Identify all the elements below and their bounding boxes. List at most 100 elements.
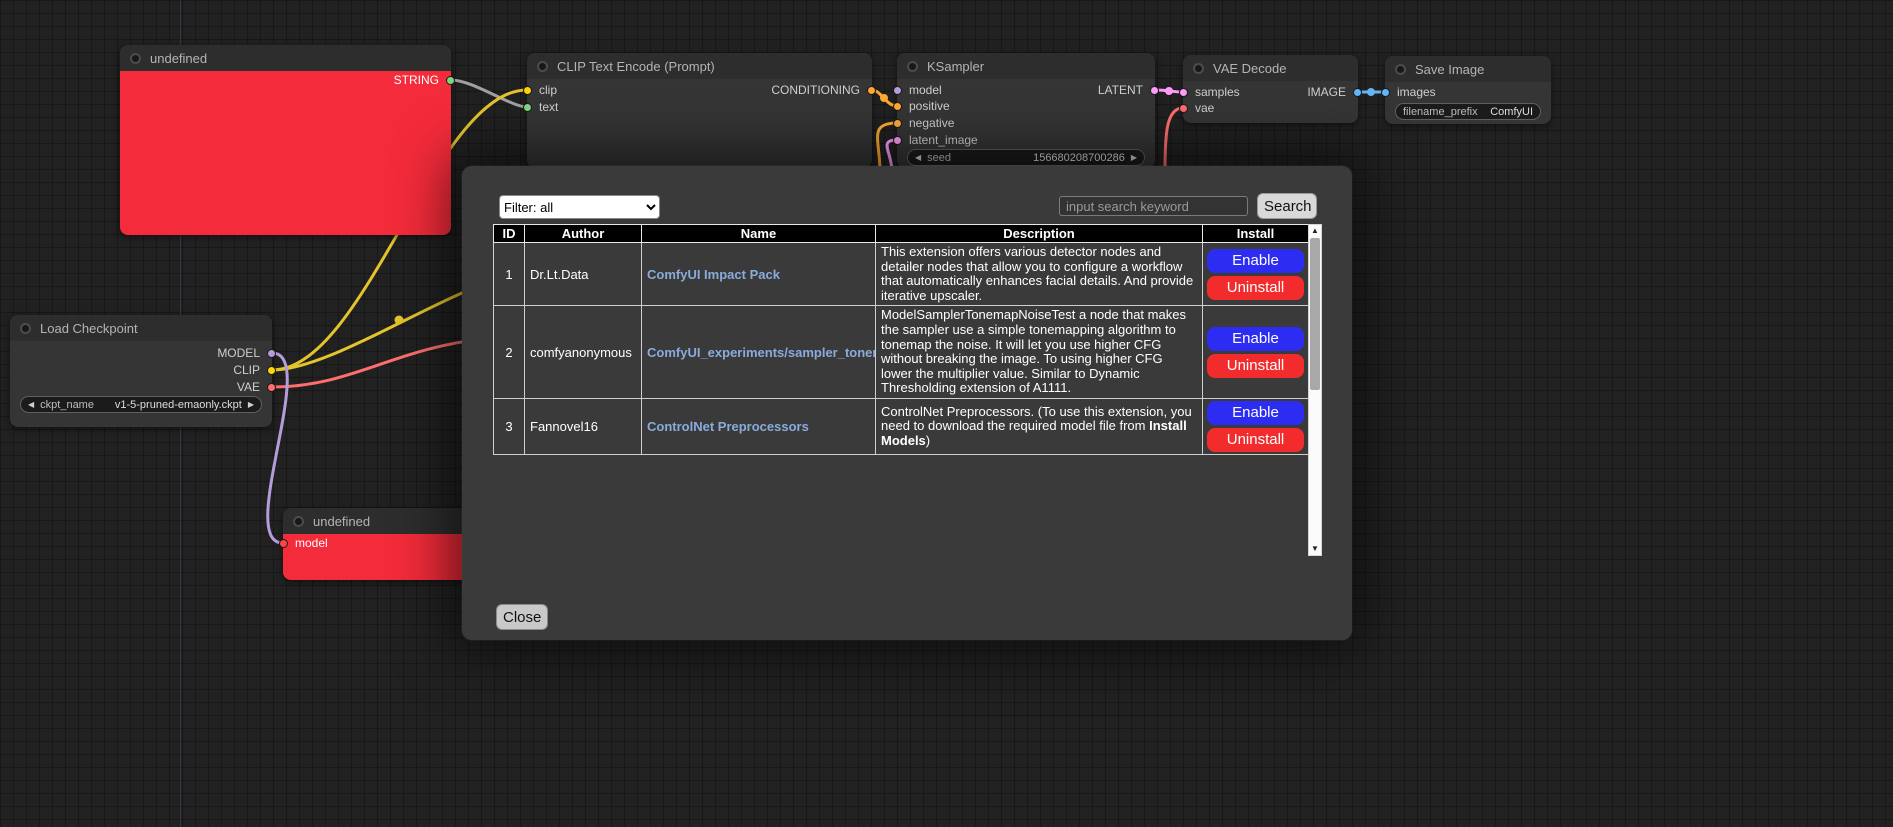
header-install: Install [1203,225,1309,243]
output-slot-vae: VAE [237,379,276,395]
slot-dot-positive[interactable] [893,102,902,111]
scroll-down-arrow-icon[interactable]: ▼ [1309,543,1321,555]
collapse-dot-icon[interactable] [1395,64,1406,75]
input-slot-model: model [893,82,942,98]
node-title-bar[interactable]: VAE Decode [1183,55,1358,81]
slot-label: VAE [237,380,260,394]
node-title-bar[interactable]: Load Checkpoint [10,315,272,341]
scroll-up-arrow-icon[interactable]: ▲ [1309,225,1321,237]
install-actions: Enable Uninstall [1208,249,1303,300]
install-actions: Enable Uninstall [1208,327,1303,378]
increment-arrow-icon[interactable]: ▶ [1131,154,1137,162]
extensions-table-area: ID Author Name Description Install 1 Dr.… [493,224,1322,556]
node-clip-text-encode[interactable]: CLIP Text Encode (Prompt) clip text COND… [527,53,872,168]
install-actions: Enable Uninstall [1208,401,1303,452]
collapse-dot-icon[interactable] [907,61,918,72]
node-save-image[interactable]: Save Image images filename_prefix ComfyU… [1385,56,1551,124]
widget-value: 156680208700286 [1033,152,1125,164]
slot-dot-image[interactable] [1353,88,1362,97]
header-author: Author [525,225,642,243]
ckpt-name-widget[interactable]: ◀ ckpt_name v1-5-pruned-emaonly.ckpt ▶ [20,396,262,413]
filename-prefix-widget[interactable]: filename_prefix ComfyUI [1395,103,1541,120]
collapse-dot-icon[interactable] [20,323,31,334]
slot-dot-samples[interactable] [1179,88,1188,97]
search-input[interactable] [1059,196,1248,216]
enable-button[interactable]: Enable [1207,327,1304,351]
input-slot-clip: clip [523,82,557,98]
slot-label: model [295,536,328,550]
uninstall-button[interactable]: Uninstall [1207,276,1304,300]
collapse-dot-icon[interactable] [537,61,548,72]
slot-dot-latent[interactable] [1150,86,1159,95]
extensions-table-body: 1 Dr.Lt.Data ComfyUI Impact Pack This ex… [494,243,1309,455]
slot-dot-clip[interactable] [523,86,532,95]
node-ksampler[interactable]: KSampler model positive negative latent_… [897,53,1155,168]
node-title-bar[interactable]: KSampler [897,53,1155,79]
extension-name-link[interactable]: ControlNet Preprocessors [647,419,809,434]
table-scrollbar[interactable]: ▲ ▼ [1308,224,1322,556]
extension-name-link[interactable]: ComfyUI Impact Pack [647,267,780,282]
slot-dot-model-in[interactable] [279,539,288,548]
slot-dot-text[interactable] [523,103,532,112]
node-load-checkpoint[interactable]: Load Checkpoint MODEL CLIP VAE ◀ ckpt_na… [10,315,272,427]
node-title-bar[interactable]: CLIP Text Encode (Prompt) [527,53,872,79]
slot-dot-vae[interactable] [1179,104,1188,113]
node-title: KSampler [927,59,984,74]
collapse-dot-icon[interactable] [130,53,141,64]
extension-name-link[interactable]: ComfyUI_experiments/sampler_tonemap [647,345,876,360]
output-slot-image: IMAGE [1307,84,1362,100]
extensions-table: ID Author Name Description Install 1 Dr.… [493,224,1309,455]
search-button[interactable]: Search [1257,193,1317,219]
node-undefined-top[interactable]: undefined STRING [120,45,451,235]
slot-label: IMAGE [1307,85,1346,99]
collapse-dot-icon[interactable] [293,516,304,527]
node-title: undefined [313,514,370,529]
slot-label: latent_image [909,133,978,147]
slot-label: LATENT [1098,83,1143,97]
slot-dot-negative[interactable] [893,119,902,128]
slot-label: CLIP [233,363,260,377]
decrement-arrow-icon[interactable]: ◀ [915,154,921,162]
output-slot-model: MODEL [217,345,276,361]
wire-dot [1367,88,1375,96]
slot-dot-vae-out[interactable] [267,383,276,392]
node-vae-decode[interactable]: VAE Decode samples vae IMAGE [1183,55,1358,123]
node-title-bar[interactable]: Save Image [1385,56,1551,82]
slot-dot-images[interactable] [1381,88,1390,97]
extension-author: Fannovel16 [525,398,642,454]
extension-author: Dr.Lt.Data [525,243,642,306]
next-arrow-icon[interactable]: ▶ [248,401,254,409]
input-slot-text: text [523,99,558,115]
header-description: Description [876,225,1203,243]
prev-arrow-icon[interactable]: ◀ [28,401,34,409]
close-button[interactable]: Close [496,604,548,630]
enable-button[interactable]: Enable [1207,401,1304,425]
input-slot-negative: negative [893,115,954,131]
node-title: CLIP Text Encode (Prompt) [557,59,715,74]
collapse-dot-icon[interactable] [1193,63,1204,74]
header-id: ID [494,225,525,243]
widget-label: seed [927,152,951,164]
slot-dot-clip-out[interactable] [267,366,276,375]
uninstall-button[interactable]: Uninstall [1207,428,1304,452]
extension-row: 2 comfyanonymous ComfyUI_experiments/sam… [494,306,1309,399]
extension-row: 1 Dr.Lt.Data ComfyUI Impact Pack This ex… [494,243,1309,306]
scrollbar-thumb[interactable] [1310,238,1320,390]
input-slot-images: images [1381,84,1436,100]
input-slot-model: model [279,535,328,551]
widget-value: ComfyUI [1490,106,1533,118]
slot-dot-string[interactable] [446,76,455,85]
slot-dot-latent-image[interactable] [893,136,902,145]
filter-select[interactable]: Filter: all [499,195,660,219]
seed-widget[interactable]: ◀ seed 156680208700286 ▶ [907,149,1145,166]
output-slot-clip: CLIP [233,362,276,378]
slot-dot-conditioning[interactable] [867,86,876,95]
wire-dot [880,94,888,102]
enable-button[interactable]: Enable [1207,249,1304,273]
node-title-bar[interactable]: undefined [120,45,451,71]
node-title: Save Image [1415,62,1484,77]
wire-hidden-vaein [1165,108,1183,172]
slot-dot-model[interactable] [893,86,902,95]
slot-dot-model-out[interactable] [267,349,276,358]
uninstall-button[interactable]: Uninstall [1207,354,1304,378]
